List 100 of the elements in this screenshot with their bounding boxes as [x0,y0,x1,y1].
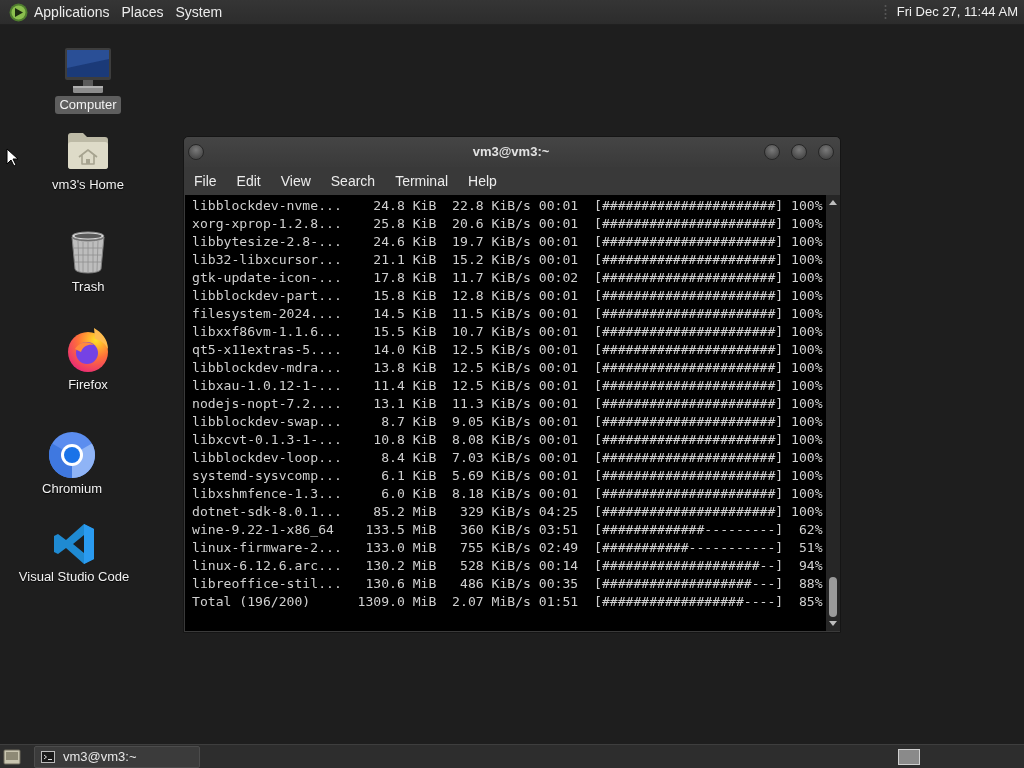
package-name: wine-9.22-1-x86_64 [192,521,334,539]
scrollbar[interactable] [826,195,840,631]
transfer-rate: 12.5 KiB/s [452,341,531,359]
panel-handle-icon [883,4,887,20]
panel-menu[interactable]: Places [115,1,170,23]
panel-clock[interactable]: Fri Dec 27, 11:44 AM [892,1,1022,23]
progress-text: [######################] [594,359,784,377]
time-remaining: 00:01 [538,395,579,413]
menu-logo-icon[interactable] [9,2,28,22]
progress-text: [######################] [594,449,784,467]
percent-complete: 100% [791,395,823,413]
menu-item[interactable]: View [270,167,321,195]
menu-item[interactable]: File [184,167,227,195]
package-name: libblockdev-loop... [192,449,342,467]
menu-item[interactable]: Help [458,167,507,195]
transfer-rate: 10.7 KiB/s [452,323,531,341]
menu-item[interactable]: Terminal [385,167,459,195]
time-remaining: 03:51 [538,521,579,539]
mouse-pointer-icon [6,148,18,167]
progress-text: [######################] [594,467,784,485]
desktop-icon-label[interactable]: vm3's Home [48,176,128,194]
transfer-rate: 12.5 KiB/s [452,359,531,377]
percent-complete: 100% [791,323,823,341]
ring-logo-icon[interactable] [48,431,96,479]
percent-complete: 100% [791,233,823,251]
transfer-rate: 360 KiB/s [460,521,531,539]
percent-complete: 100% [791,467,823,485]
download-size: 133.5 MiB [365,521,437,539]
time-remaining: 00:01 [538,233,579,251]
close-button[interactable] [818,144,834,160]
maximize-button[interactable] [791,144,807,160]
download-size: 85.2 MiB [373,503,437,521]
progress-text: [######################] [594,215,784,233]
time-remaining: 00:02 [538,269,579,287]
scroll-up-arrow-icon[interactable] [829,200,837,205]
package-name: dotnet-sdk-8.0.1... [192,503,342,521]
package-name: nodejs-nopt-7.2.... [192,395,342,413]
download-size: 1309.0 MiB [357,593,437,611]
monitor-icon[interactable] [64,46,112,94]
progress-text: [######################] [594,287,784,305]
progress-text: [######################] [594,251,784,269]
trash-bin-icon[interactable] [68,230,108,274]
time-remaining: 01:51 [538,593,579,611]
transfer-rate: 15.2 KiB/s [452,251,531,269]
transfer-rate: 12.8 KiB/s [452,287,531,305]
scrollbar-thumb[interactable] [829,577,837,617]
time-remaining: 00:01 [538,449,579,467]
package-name: libblockdev-swap... [192,413,342,431]
progress-text: [###########-----------] [594,539,784,557]
time-remaining: 02:49 [538,539,579,557]
home-folder-icon[interactable] [66,130,110,170]
taskbar-button[interactable]: vm3@vm3:~ [34,745,200,768]
desktop-icon-label[interactable]: Visual Studio Code [14,568,134,586]
window-menu-button[interactable] [188,144,204,160]
percent-complete: 100% [791,359,823,377]
ribbon-logo-icon[interactable] [52,522,96,566]
download-size: 130.6 MiB [365,575,437,593]
desktop-icon-label[interactable]: Firefox [64,376,112,394]
package-name: libxxf86vm-1.1.6... [192,323,342,341]
flame-globe-icon[interactable] [65,327,111,373]
package-name: libbytesize-2.8-... [192,233,342,251]
percent-complete: 100% [791,485,823,503]
time-remaining: 00:01 [538,323,579,341]
transfer-rate: 20.6 KiB/s [452,215,531,233]
download-size: 24.6 KiB [373,233,437,251]
download-size: 6.1 KiB [381,467,437,485]
transfer-rate: 528 KiB/s [460,557,531,575]
package-name: lib32-libxcursor... [192,251,342,269]
scroll-down-arrow-icon[interactable] [829,621,837,626]
minimize-button[interactable] [764,144,780,160]
percent-complete: 100% [791,269,823,287]
percent-complete: 51% [798,539,823,557]
package-name: filesystem-2024.... [192,305,342,323]
package-name: libxau-1.0.12-1-... [192,377,342,395]
panel-menu[interactable]: System [169,1,229,23]
download-size: 14.0 KiB [373,341,437,359]
percent-complete: 94% [798,557,823,575]
download-size: 13.8 KiB [373,359,437,377]
percent-complete: 88% [798,575,823,593]
menu-item[interactable]: Edit [226,167,271,195]
percent-complete: 100% [791,305,823,323]
progress-text: [######################] [594,485,784,503]
time-remaining: 00:01 [538,485,579,503]
package-name: libblockdev-nvme... [192,197,342,215]
desktop-icon-label[interactable]: Trash [67,278,109,296]
percent-complete: 100% [791,287,823,305]
desktop-icon-label[interactable]: Computer [55,96,121,114]
workspace-switcher[interactable] [898,748,920,765]
desktop-icon-label[interactable]: Chromium [38,480,106,498]
show-desktop-icon[interactable] [3,748,21,765]
download-size: 15.8 KiB [373,287,437,305]
menu-item[interactable]: Search [320,167,386,195]
transfer-rate: 19.7 KiB/s [452,233,531,251]
time-remaining: 00:01 [538,413,579,431]
percent-complete: 100% [791,215,823,233]
time-remaining: 00:35 [538,575,579,593]
progress-text: [######################] [594,503,784,521]
download-size: 8.7 KiB [381,413,437,431]
panel-menu[interactable]: Applications [28,1,116,23]
transfer-rate: 8.18 KiB/s [452,485,531,503]
